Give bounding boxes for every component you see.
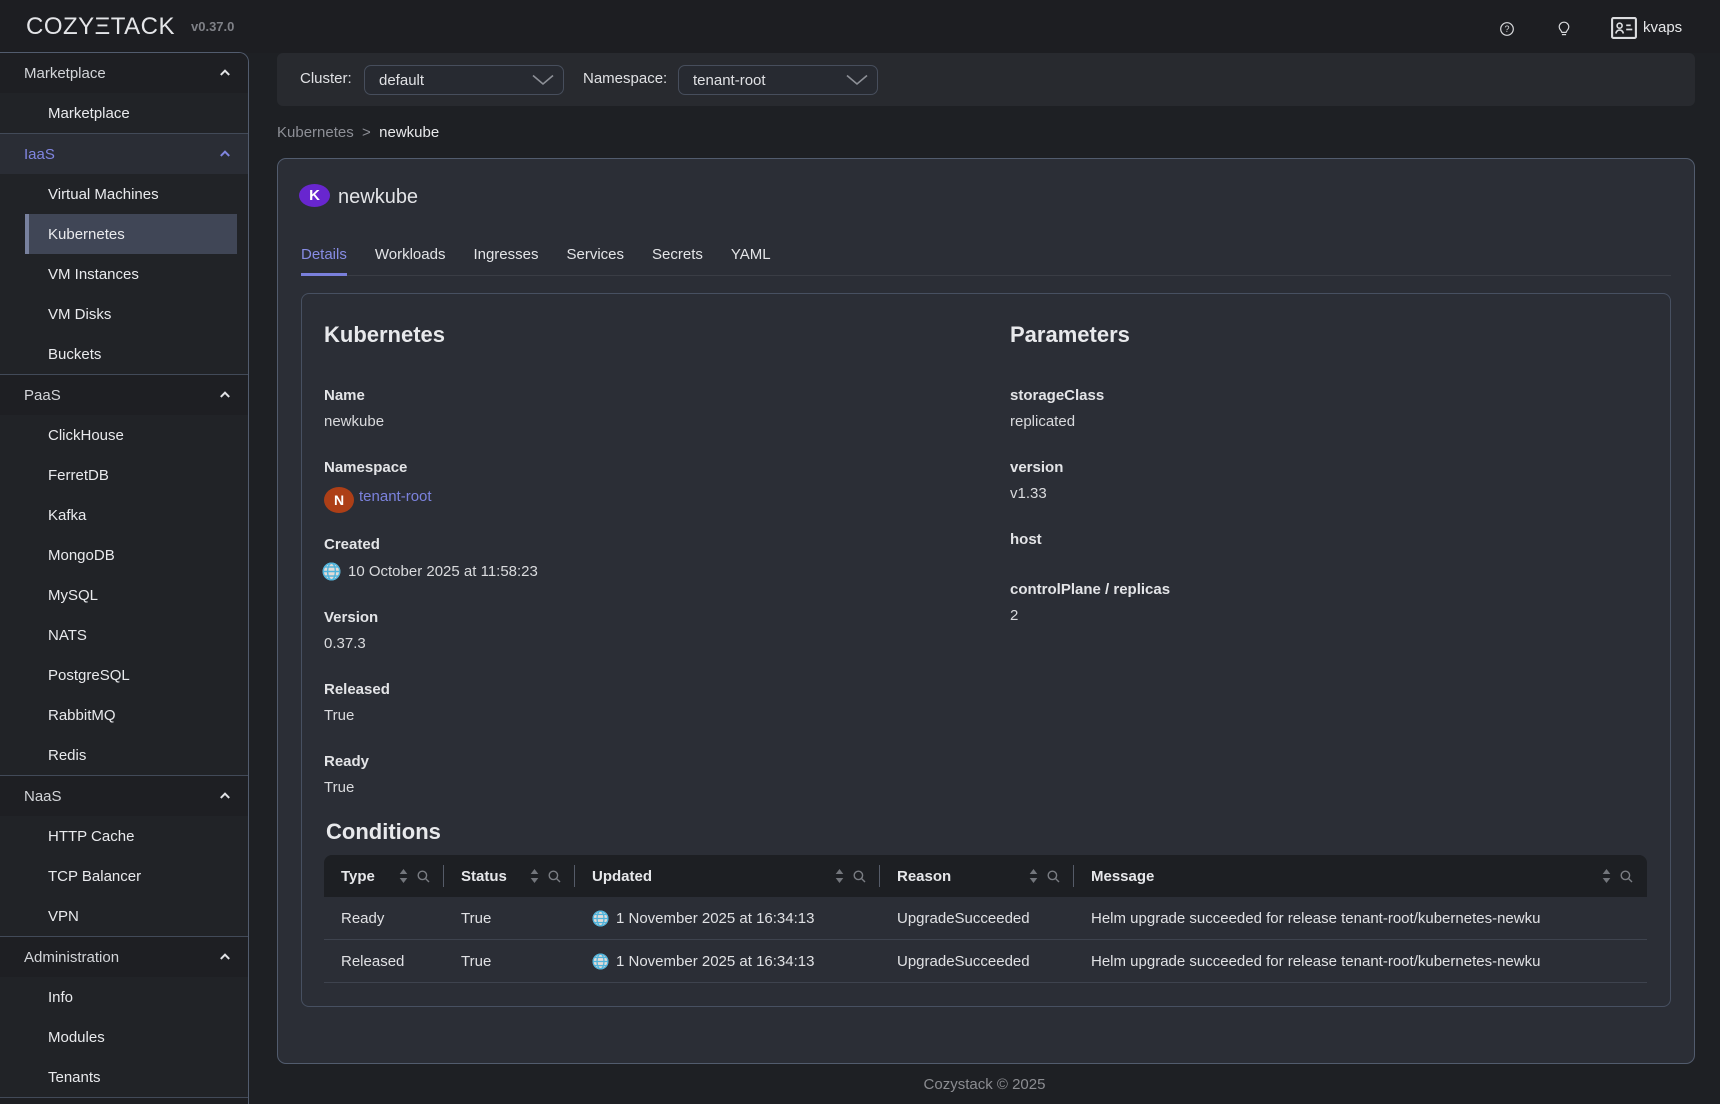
svg-text:?: ? <box>1504 24 1509 34</box>
